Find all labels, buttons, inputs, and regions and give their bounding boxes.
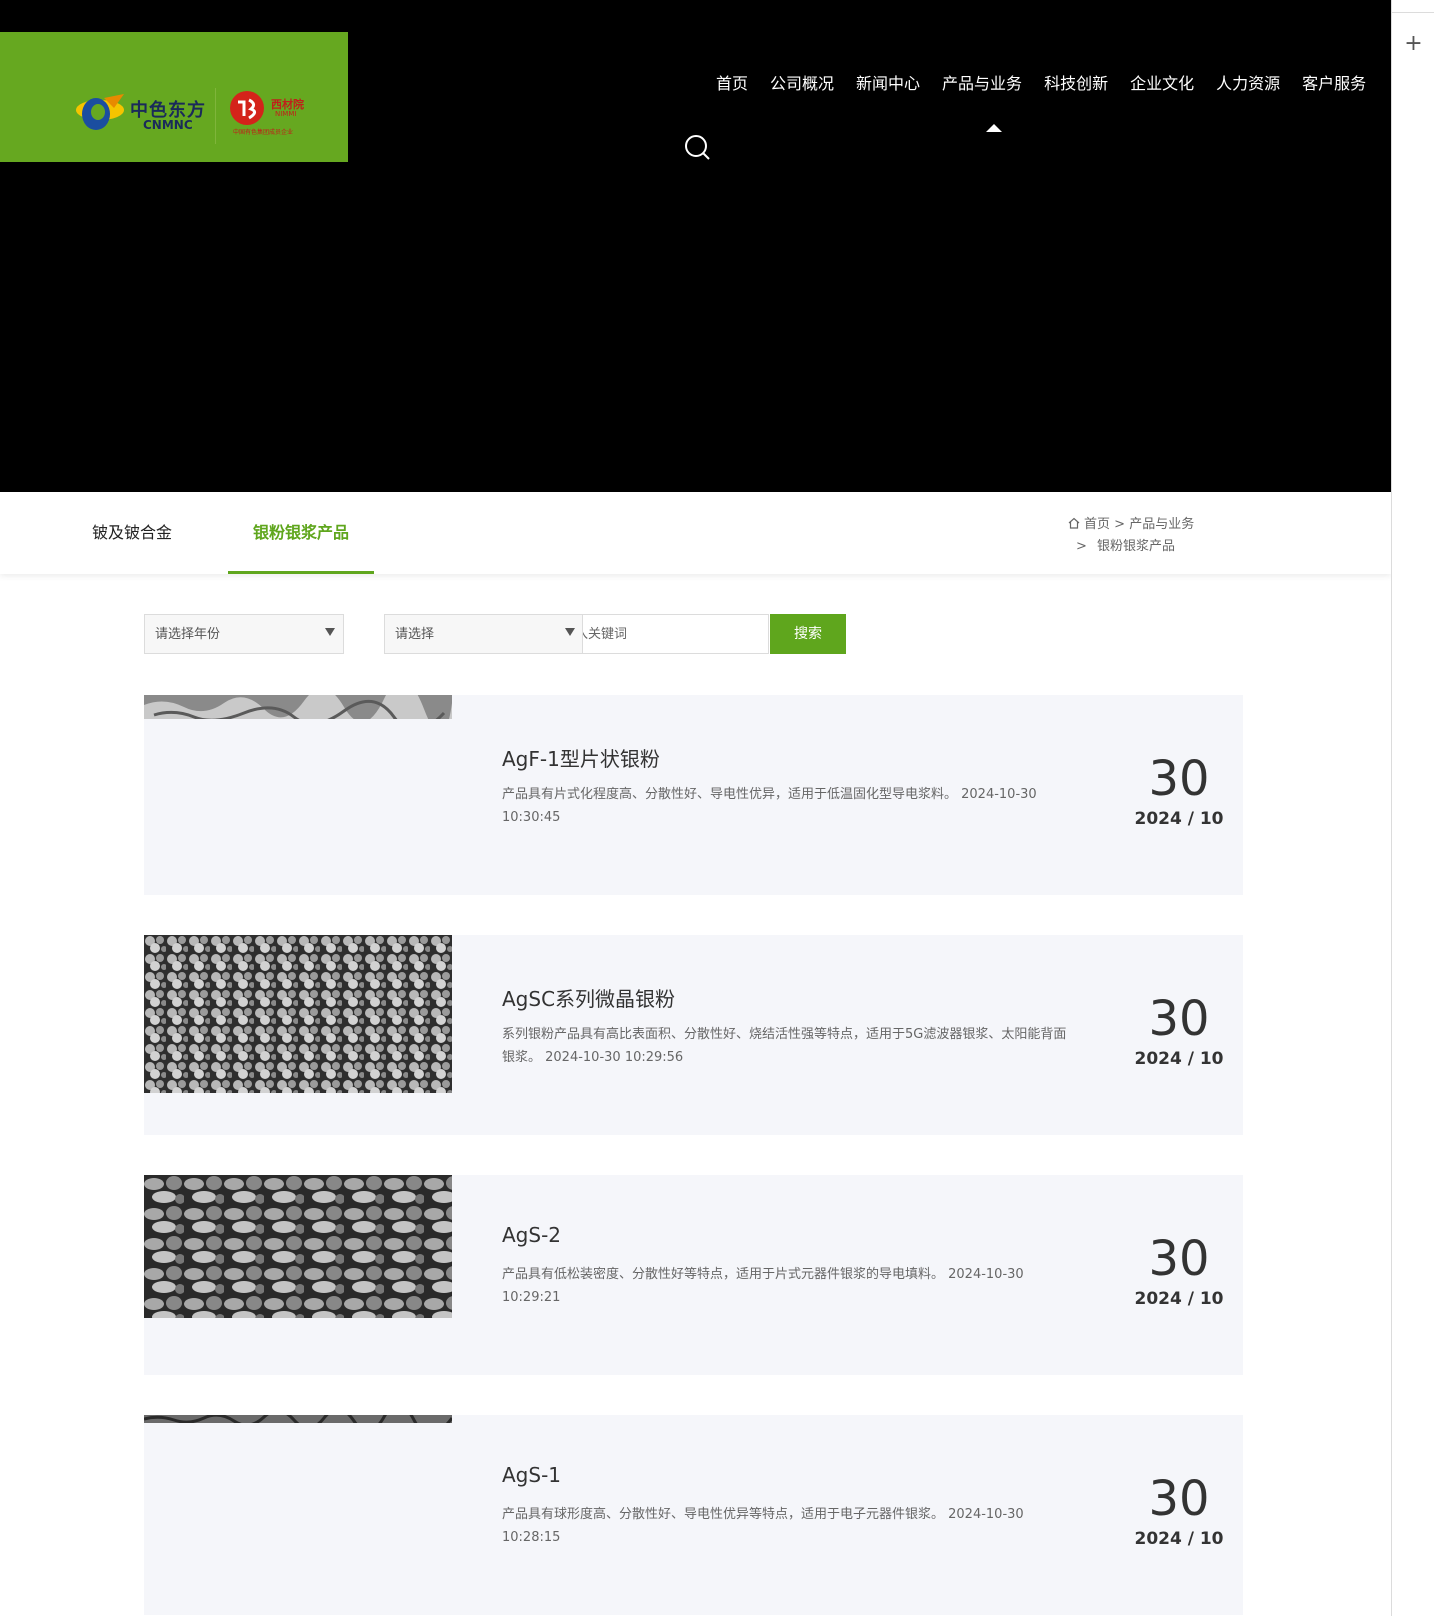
logo-area[interactable]: 中色东方 CNMNC 西材院 NIMMI 中国有色集团成员企业	[0, 32, 348, 162]
plus-icon[interactable]: +	[1392, 30, 1434, 58]
nimmi-subtitle: 中国有色集团成员企业	[233, 129, 294, 136]
product-day: 30	[1148, 1471, 1210, 1527]
list-item[interactable]: AgS-1 产品具有球形度高、分散性好、导电性优异等特点，适用于电子元器件银浆。…	[144, 1415, 1243, 1615]
product-thumbnail[interactable]	[144, 1415, 452, 1423]
product-thumbnail[interactable]	[144, 935, 452, 1093]
main-nav: 首页 公司概况 新闻中心 产品与业务 科技创新 企业文化 人力资源 客户服务	[716, 70, 1388, 94]
search-button[interactable]: 搜索	[770, 614, 846, 654]
keyword-placeholder: 入关键词	[583, 627, 628, 642]
type-select-value: 请选择	[395, 627, 435, 642]
caret-down-icon	[325, 628, 335, 636]
product-thumbnail[interactable]	[144, 695, 452, 719]
nav-item-technology[interactable]: 科技创新	[1044, 70, 1108, 94]
year-select[interactable]: 请选择年份	[144, 614, 344, 654]
product-year-month: 2024 / 10	[1134, 809, 1224, 829]
nav-item-hr[interactable]: 人力资源	[1216, 70, 1280, 94]
nimmi-logo-icon	[230, 91, 264, 125]
caret-down-icon	[565, 628, 575, 636]
list-item[interactable]: AgS-2 产品具有低松装密度、分散性好等特点，适用于片式元器件银浆的导电填料。…	[144, 1175, 1243, 1375]
nimmi-name-en: NIMMI	[275, 110, 297, 118]
cnmnc-name-en: CNMNC	[143, 118, 193, 132]
sidebar-divider	[1392, 12, 1434, 13]
tab-beryllium[interactable]: 铍及铍合金	[92, 492, 172, 574]
nav-item-culture[interactable]: 企业文化	[1130, 70, 1194, 94]
product-thumbnail[interactable]	[144, 1175, 452, 1318]
product-title[interactable]: AgF-1型片状银粉	[502, 743, 660, 772]
nav-item-home[interactable]: 首页	[716, 70, 748, 94]
breadcrumb-separator: >	[1114, 517, 1126, 532]
home-icon	[1068, 517, 1080, 529]
breadcrumb-separator: >	[1076, 539, 1087, 554]
nav-item-company[interactable]: 公司概况	[770, 70, 834, 94]
product-description: 产品具有球形度高、分散性好、导电性优异等特点，适用于电子元器件银浆。 2024-…	[502, 1507, 1024, 1545]
product-day: 30	[1148, 991, 1210, 1047]
product-year-month: 2024 / 10	[1134, 1289, 1224, 1309]
product-title[interactable]: AgS-2	[502, 1223, 561, 1247]
product-description: 产品具有低松装密度、分散性好等特点，适用于片式元器件银浆的导电填料。 2024-…	[502, 1267, 1024, 1305]
hero-banner: 中色东方 CNMNC 西材院 NIMMI 中国有色集团成员企业 首页 公司概况 …	[0, 0, 1391, 492]
product-description: 系列银粉产品具有高比表面积、分散性好、烧结活性强等特点，适用于5G滤波器银浆、太…	[502, 1027, 1067, 1065]
product-year-month: 2024 / 10	[1134, 1529, 1224, 1549]
breadcrumb-current[interactable]: 银粉银浆产品	[1097, 539, 1175, 554]
type-select[interactable]: 请选择	[384, 614, 584, 654]
cnmnc-logo-icon	[76, 94, 124, 130]
product-description: 产品具有片式化程度高、分散性好、导电性优异，适用于低温固化型导电浆料。 2024…	[502, 787, 1037, 825]
nav-item-products[interactable]: 产品与业务	[942, 70, 1022, 94]
breadcrumb-products[interactable]: 产品与业务	[1129, 517, 1194, 532]
breadcrumb: 首页 > 产品与业务 > 银粉银浆产品	[1068, 514, 1194, 558]
nav-item-service[interactable]: 客户服务	[1302, 70, 1366, 94]
right-sidebar: +	[1391, 0, 1434, 1616]
keyword-input[interactable]: 入关键词	[582, 614, 769, 654]
product-title[interactable]: AgS-1	[502, 1463, 561, 1487]
page: 中色东方 CNMNC 西材院 NIMMI 中国有色集团成员企业 首页 公司概况 …	[0, 0, 1434, 1616]
breadcrumb-home[interactable]: 首页	[1084, 517, 1110, 532]
product-day: 30	[1148, 751, 1210, 807]
search-icon[interactable]	[683, 133, 711, 161]
nav-item-news[interactable]: 新闻中心	[856, 70, 920, 94]
active-nav-caret-icon	[986, 124, 1002, 132]
product-title[interactable]: AgSC系列微晶银粉	[502, 983, 675, 1012]
product-year-month: 2024 / 10	[1134, 1049, 1224, 1069]
list-item[interactable]: AgF-1型片状银粉 产品具有片式化程度高、分散性好、导电性优异，适用于低温固化…	[144, 695, 1243, 895]
tab-silver-products[interactable]: 银粉银浆产品	[228, 492, 374, 574]
logo-divider	[215, 88, 216, 144]
year-select-value: 请选择年份	[155, 627, 221, 642]
product-day: 30	[1148, 1231, 1210, 1287]
list-item[interactable]: AgSC系列微晶银粉 系列银粉产品具有高比表面积、分散性好、烧结活性强等特点，适…	[144, 935, 1243, 1135]
